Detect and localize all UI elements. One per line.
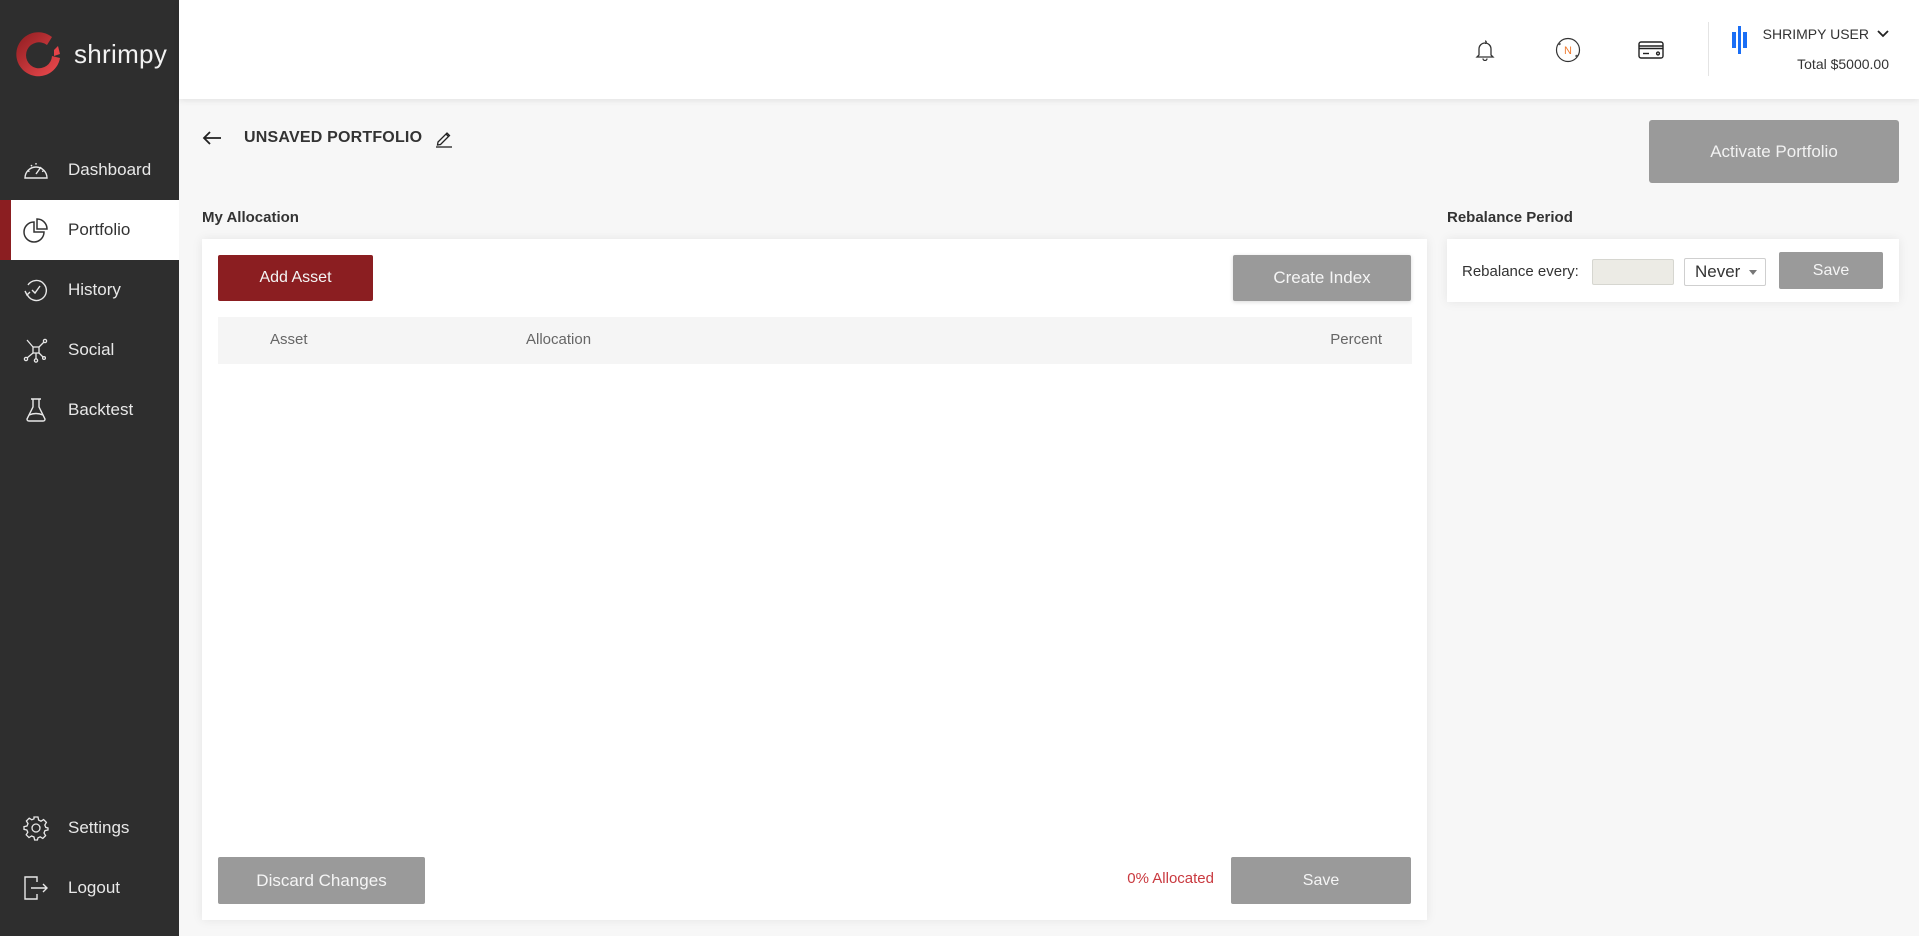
sidebar-item-label: Settings xyxy=(68,818,130,837)
allocation-table-body xyxy=(218,364,1412,844)
rebalance-interval-input[interactable] xyxy=(1592,259,1674,285)
chevron-down-icon xyxy=(1877,30,1889,38)
column-header-percent: Percent xyxy=(1330,331,1382,348)
column-header-asset: Asset xyxy=(270,331,308,348)
user-menu[interactable]: SHRIMPY USER Total $5000.00 xyxy=(1763,26,1889,72)
discard-changes-button[interactable]: Discard Changes xyxy=(218,857,425,904)
coin-letter: N xyxy=(1564,45,1572,57)
bell-icon[interactable] xyxy=(1471,36,1499,64)
allocated-status: 0% Allocated xyxy=(1127,870,1214,887)
sidebar-item-backtest[interactable]: Backtest xyxy=(0,380,179,440)
sidebar-item-label: Social xyxy=(68,340,115,359)
column-header-allocation: Allocation xyxy=(526,331,592,348)
page-header: UNSAVED PORTFOLIO xyxy=(202,126,456,150)
allocation-table-header: Asset Allocation Percent xyxy=(218,317,1412,364)
logout-icon xyxy=(23,875,49,901)
speedometer-icon xyxy=(23,157,49,183)
page-title: UNSAVED PORTFOLIO xyxy=(244,129,423,146)
sidebar-item-label: Portfolio xyxy=(68,220,131,239)
activate-portfolio-button[interactable]: Activate Portfolio xyxy=(1649,120,1899,183)
history-icon xyxy=(23,277,49,303)
user-name: SHRIMPY USER xyxy=(1762,26,1869,42)
n-coin-icon[interactable]: N xyxy=(1554,36,1582,64)
save-allocation-button[interactable]: Save xyxy=(1231,857,1411,904)
edit-title-button[interactable] xyxy=(434,127,456,149)
sidebar-item-label: Logout xyxy=(68,878,120,897)
exchange-brand-icon xyxy=(1732,26,1747,54)
sidebar-item-settings[interactable]: Settings xyxy=(0,798,179,858)
credit-card-icon[interactable] xyxy=(1637,36,1665,64)
sidebar-item-social[interactable]: Social xyxy=(0,320,179,380)
sidebar-item-label: Backtest xyxy=(68,400,134,419)
rebalance-period-select[interactable]: Never xyxy=(1684,258,1766,286)
flask-icon xyxy=(23,397,49,423)
rebalance-label: Rebalance every: xyxy=(1462,263,1579,280)
sidebar-item-logout[interactable]: Logout xyxy=(0,858,179,918)
allocation-card: Add Asset Create Index Asset Allocation … xyxy=(202,239,1427,920)
logo[interactable]: shrimpy xyxy=(14,28,167,80)
header-divider xyxy=(1708,22,1709,76)
rebalance-section-label: Rebalance Period xyxy=(1447,209,1573,226)
network-icon xyxy=(23,337,49,363)
sidebar-item-portfolio[interactable]: Portfolio xyxy=(0,200,179,260)
sidebar-item-dashboard[interactable]: Dashboard xyxy=(0,140,179,200)
caret-down-icon xyxy=(1749,270,1757,275)
sidebar-item-history[interactable]: History xyxy=(0,260,179,320)
back-button[interactable] xyxy=(202,126,226,150)
arrow-left-icon xyxy=(202,131,221,145)
sidebar-item-label: Dashboard xyxy=(68,160,152,179)
allocation-section-label: My Allocation xyxy=(202,209,299,226)
rebalance-period-value: Never xyxy=(1695,262,1741,281)
pie-chart-icon xyxy=(23,217,49,243)
add-asset-button[interactable]: Add Asset xyxy=(218,255,373,301)
rebalance-card: Rebalance every: Never Save xyxy=(1447,239,1899,302)
sidebar-item-label: History xyxy=(68,280,121,299)
sidebar: shrimpy Dashboard Portfolio History Soci… xyxy=(0,0,179,936)
create-index-button[interactable]: Create Index xyxy=(1233,255,1411,301)
pencil-icon xyxy=(436,132,453,148)
shrimpy-logo-icon xyxy=(16,32,60,77)
gear-icon xyxy=(23,815,49,841)
portfolio-total: Total $5000.00 xyxy=(1797,56,1889,72)
save-rebalance-button[interactable]: Save xyxy=(1779,252,1883,289)
brand-name: shrimpy xyxy=(74,38,168,69)
